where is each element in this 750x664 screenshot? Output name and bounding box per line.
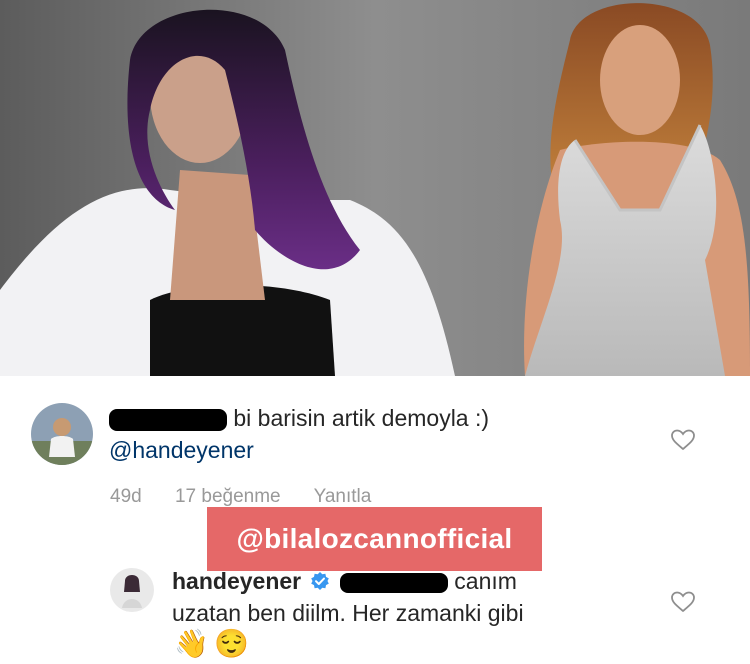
avatar-image xyxy=(110,568,154,612)
avatar-image xyxy=(31,403,93,465)
reply-text: handeyener canım uzatan ben diilm. Her z… xyxy=(172,565,672,629)
verified-badge-icon xyxy=(310,572,329,590)
avatar[interactable] xyxy=(31,403,93,465)
reply-button[interactable]: Yanıtla xyxy=(314,486,372,507)
avatar[interactable] xyxy=(110,568,154,612)
comment-time: 49d xyxy=(110,486,142,507)
heart-outline-icon[interactable] xyxy=(670,428,696,452)
post-photo-illustration xyxy=(0,0,750,376)
post-photo xyxy=(0,0,750,376)
redacted-username xyxy=(109,408,227,431)
comment-body: bi barisin artik demoyla :) xyxy=(233,405,490,431)
comment-text: bi barisin artik demoyla :) @handeyener xyxy=(109,402,629,466)
comment-meta: 49d 17 beğenme Yanıtla xyxy=(110,486,399,508)
redacted-mention xyxy=(339,572,448,593)
username-link[interactable]: handeyener xyxy=(172,568,301,594)
heart-outline-icon[interactable] xyxy=(670,590,696,614)
mention-link[interactable]: @handeyener xyxy=(109,437,254,463)
watermark-label: @bilalozcannofficial xyxy=(207,507,542,571)
waving-hand-emoji: 👋 xyxy=(174,628,209,659)
relieved-face-emoji: 😌 xyxy=(214,628,249,659)
reply-line1: canım xyxy=(454,568,517,594)
reply-line2: uzatan ben diilm. Her zamanki gibi xyxy=(172,600,524,626)
like-count[interactable]: 17 beğenme xyxy=(175,486,281,507)
